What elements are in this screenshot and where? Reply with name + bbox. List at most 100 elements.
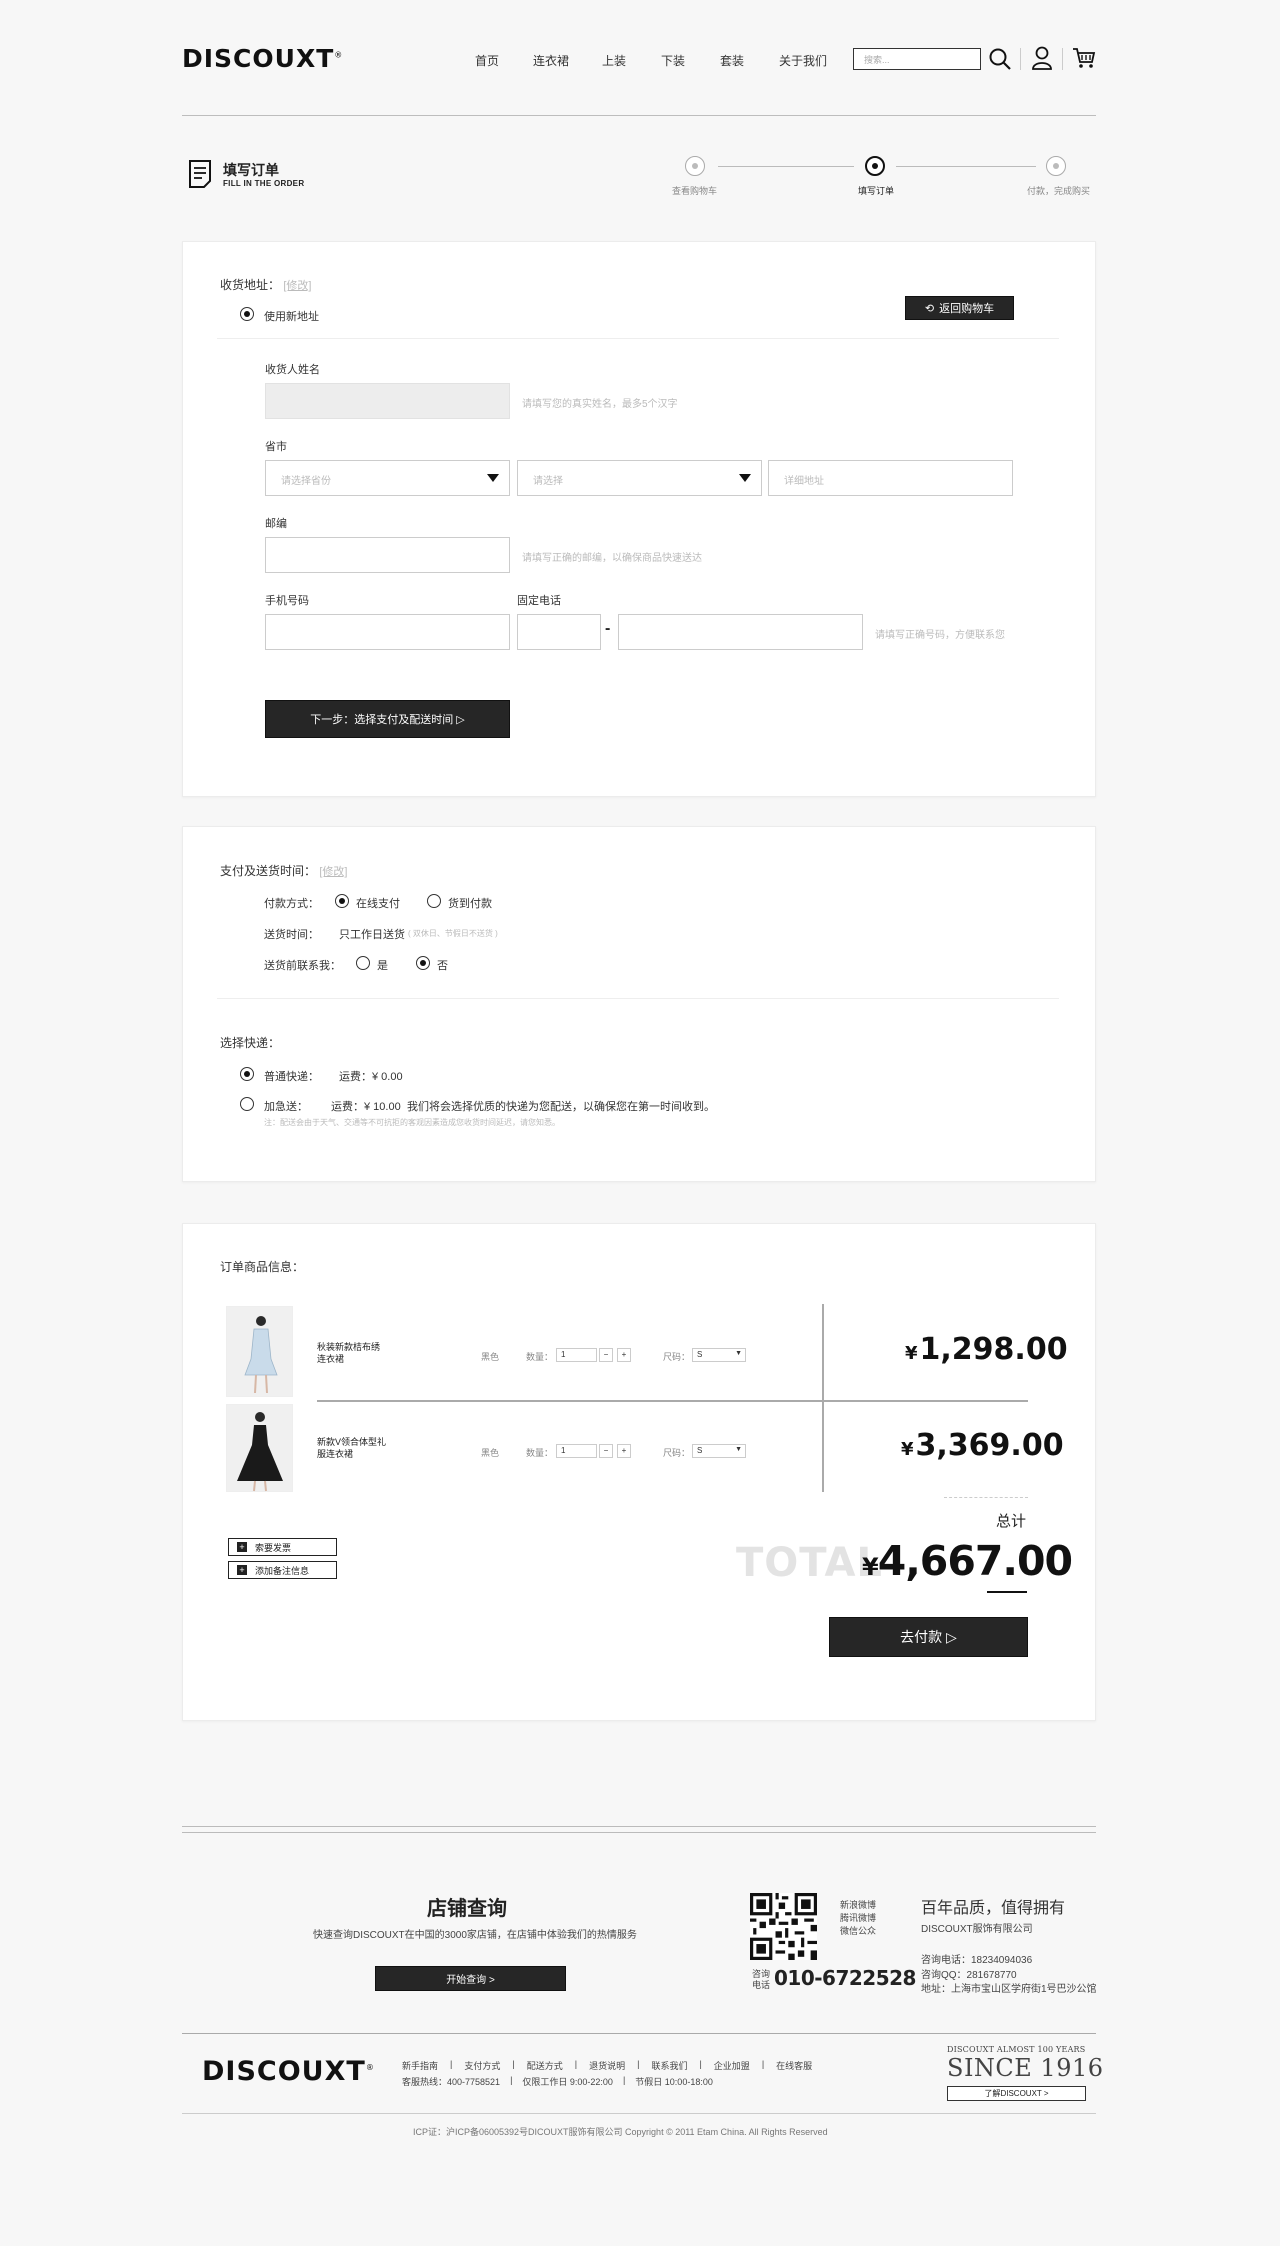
pay-cod-label: 货到付款 (448, 898, 492, 910)
product-row-divider (317, 1400, 1028, 1402)
normal-express-fee: 运费：¥ 0.00 (339, 1071, 403, 1083)
contact-address: 地址：上海市宝山区学府街1号巴沙公馆 (921, 1984, 1097, 1995)
contact-no-label: 否 (437, 960, 448, 972)
city-select[interactable]: 请选择 (517, 460, 762, 496)
phone-hint: 请填写正确号码，方便联系您 (875, 630, 1005, 641)
payment-edit-link[interactable]: [修改] (319, 866, 347, 878)
plus-icon: + (237, 1565, 247, 1575)
back-to-cart-button[interactable]: ⟲ 返回购物车 (905, 296, 1014, 320)
zip-hint: 请填写正确的邮编，以确保商品快速送达 (522, 553, 702, 564)
size-select[interactable]: S ▼ (692, 1444, 746, 1458)
add-remark-button[interactable]: + 添加备注信息 (228, 1561, 337, 1579)
product-image[interactable] (226, 1306, 293, 1397)
normal-express-radio[interactable] (240, 1067, 254, 1081)
footer-link-guide[interactable]: 新手指南 (402, 2059, 438, 2072)
nav-bottoms[interactable]: 下装 (661, 52, 685, 69)
pay-now-button[interactable]: 去付款 ▷ (829, 1617, 1028, 1657)
zip-label: 邮编 (265, 518, 287, 530)
step-connector (718, 166, 854, 167)
step-2-label: 填写订单 (858, 186, 895, 196)
nav-dresses[interactable]: 连衣裙 (533, 52, 569, 69)
brand-logo[interactable]: DISCOUXT® (182, 44, 343, 73)
total-amount: ¥4,667.00 (862, 1537, 1073, 1585)
footer-link-franchise[interactable]: 企业加盟 (714, 2059, 750, 2072)
link-separator: | (574, 2059, 578, 2069)
delivery-time-note: ( 双休日、节假日不送货 ) (408, 929, 498, 938)
step-2-circle (865, 156, 885, 176)
footer-link-service[interactable]: 在线客服 (776, 2059, 812, 2072)
contact-before-label: 送货前联系我： (264, 960, 341, 972)
footer-logo[interactable]: DISCOUXT® (202, 2056, 375, 2087)
wechat-link[interactable]: 微信公众 (840, 1924, 876, 1937)
user-icon[interactable] (1031, 46, 1053, 70)
nav-about[interactable]: 关于我们 (779, 52, 827, 69)
quantity-input[interactable]: 1 (556, 1348, 597, 1362)
quantity-label: 数量： (526, 1448, 554, 1458)
mobile-input[interactable] (265, 614, 510, 650)
search-icon[interactable] (988, 47, 1012, 71)
footer-link-payment[interactable]: 支付方式 (464, 2059, 500, 2072)
link-separator: | (637, 2059, 640, 2069)
hotline-number: 010-6722528 (774, 1966, 916, 1990)
qr-code-icon[interactable] (750, 1893, 817, 1960)
address-title: 收货地址： [修改] (220, 276, 311, 293)
nav-home[interactable]: 首页 (475, 52, 499, 69)
footer-logo-text: DISCOUXT (202, 2056, 366, 2087)
quantity-decrease-button[interactable]: − (599, 1444, 613, 1458)
product-color: 黑色 (481, 1448, 500, 1458)
recipient-name-label: 收货人姓名 (265, 364, 320, 376)
recipient-name-input[interactable] (265, 383, 510, 419)
contact-phone: 咨询电话：18234094036 (921, 1955, 1033, 1966)
pay-online-radio[interactable] (335, 894, 349, 908)
store-lookup-button[interactable]: 开始查询 > (375, 1966, 566, 1991)
contact-no-radio[interactable] (416, 956, 430, 970)
service-hotline: 客服热线：400-7758521 (402, 2077, 501, 2087)
quantity-increase-button[interactable]: + (617, 1348, 631, 1362)
use-new-address-radio[interactable] (240, 307, 254, 321)
link-separator: | (510, 2075, 513, 2085)
quantity-input[interactable]: 1 (556, 1444, 597, 1458)
store-lookup-button-label: 开始查询 > (446, 1975, 495, 1986)
contact-yes-radio[interactable] (356, 956, 370, 970)
detail-address-input[interactable]: 详细地址 (768, 460, 1013, 496)
normal-express-label: 普通快递： (264, 1071, 319, 1083)
quantity-increase-button[interactable]: + (617, 1444, 631, 1458)
weibo-tencent-link[interactable]: 腾讯微博 (840, 1911, 876, 1924)
payment-divider (217, 998, 1059, 999)
page-subtitle: FILL IN THE ORDER (223, 179, 305, 188)
nav-tops[interactable]: 上装 (602, 52, 626, 69)
cart-icon[interactable] (1072, 46, 1096, 70)
footer-links: 新手指南 | 支付方式 | 配送方式 | 退货说明 | 联系我们 | 企业加盟 | 在线客服 (402, 2059, 812, 2072)
landline-input[interactable] (618, 614, 863, 650)
nav-sets[interactable]: 套装 (720, 52, 744, 69)
footer-link-returns[interactable]: 退货说明 (589, 2059, 625, 2072)
area-code-input[interactable] (517, 614, 601, 650)
payment-panel (182, 826, 1096, 1182)
step-3-circle (1046, 156, 1066, 176)
learn-more-button[interactable]: 了解DISCOUXT > (947, 2086, 1086, 2101)
fast-express-radio[interactable] (240, 1097, 254, 1111)
province-select[interactable]: 请选择省份 (265, 460, 510, 496)
search-input[interactable]: 搜索... (853, 48, 981, 70)
address-edit-link[interactable]: [修改] (283, 280, 311, 292)
size-select-value: S (697, 1446, 703, 1455)
product-name[interactable]: 秋装新款桔布绣连衣裙 (317, 1341, 381, 1365)
phone-dash: - (605, 620, 611, 637)
next-step-button[interactable]: 下一步：选择支付及配送时间 ▷ (265, 700, 510, 738)
store-lookup-title: 店铺查询 (427, 1896, 507, 1920)
pay-cod-radio[interactable] (427, 894, 441, 908)
quantity-decrease-button[interactable]: − (599, 1348, 613, 1362)
footer-link-contact[interactable]: 联系我们 (651, 2059, 687, 2072)
plus-icon: + (237, 1542, 247, 1552)
zip-input[interactable] (265, 537, 510, 573)
product-image[interactable] (226, 1404, 293, 1492)
step-1-label[interactable]: 查看购物车 (672, 184, 717, 197)
landline-label: 固定电话 (517, 595, 561, 607)
weibo-sina-link[interactable]: 新浪微博 (840, 1898, 876, 1911)
request-invoice-label: 索要发票 (255, 1542, 292, 1553)
product-name[interactable]: 新款V领合体型礼服连衣裙 (317, 1436, 393, 1460)
size-select[interactable]: S ▼ (692, 1348, 746, 1362)
footer-link-delivery[interactable]: 配送方式 (527, 2059, 563, 2072)
fast-express-label: 加急送： (264, 1101, 308, 1113)
request-invoice-button[interactable]: + 索要发票 (228, 1538, 337, 1556)
